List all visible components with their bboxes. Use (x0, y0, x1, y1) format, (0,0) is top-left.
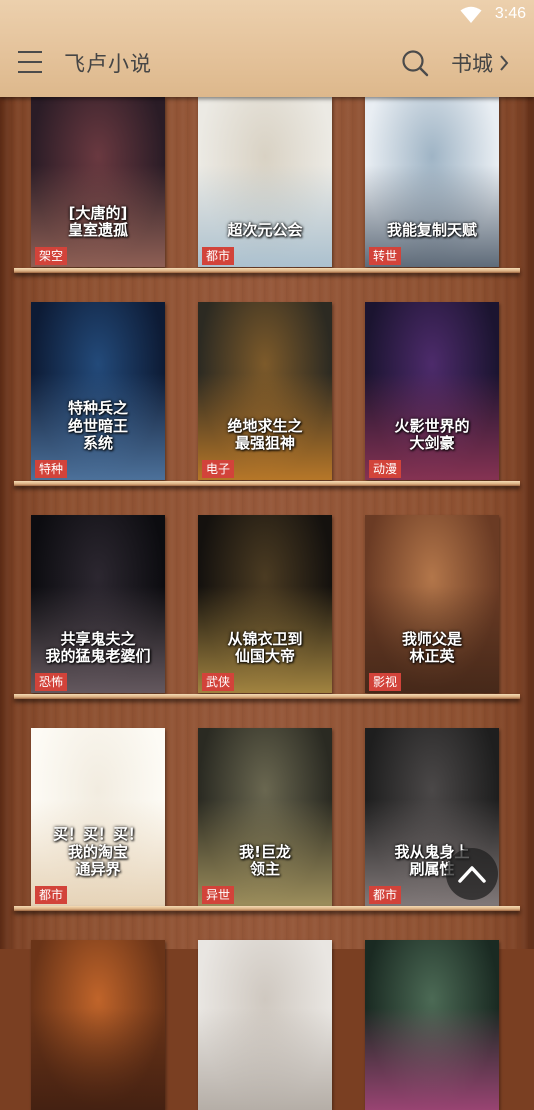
genre-tag: 武侠 (202, 673, 235, 691)
genre-tag: 特种 (35, 460, 68, 478)
cover-shade (31, 97, 165, 267)
cover-shade (198, 728, 332, 906)
book-cover-title: 火影世界的 大剑豪 (394, 416, 470, 452)
book-cover[interactable]: 我能复制天赋转世 (365, 97, 499, 267)
genre-tag: 都市 (369, 886, 402, 904)
book-store-link[interactable]: 书城 (451, 48, 509, 78)
book-cover-title: 绝地求生之 最强狙神 (227, 416, 303, 452)
book-cover[interactable]: 绝地求生之 最强狙神电子 (198, 302, 332, 480)
cover-shade (365, 302, 499, 480)
book-cover-title: [大唐的] 皇室遗孤 (67, 203, 128, 239)
genre-tag: 都市 (35, 886, 68, 904)
book-cover[interactable] (31, 940, 165, 1110)
chevron-up-icon (458, 866, 486, 883)
cover-shade (198, 515, 332, 693)
genre-tag: 架空 (35, 247, 68, 265)
book-cover[interactable]: 我师父是 林正英影视 (365, 515, 499, 693)
shelf-plank (14, 694, 520, 699)
book-cover[interactable]: 买！买！买！ 我的淘宝 通异界都市 (31, 728, 165, 906)
genre-tag: 都市 (202, 247, 235, 265)
book-cover-title: 特种兵之 绝世暗王 系统 (67, 399, 128, 452)
book-cover-title: 超次元公会 (227, 220, 303, 239)
book-cover-title: 从锦衣卫到 仙国大帝 (227, 629, 303, 665)
book-cover-title: 我能复制天赋 (386, 220, 477, 239)
cover-shade (198, 97, 332, 267)
book-cover[interactable]: 超次元公会都市 (198, 97, 332, 267)
wifi-icon (460, 6, 482, 23)
status-time: 3:46 (494, 5, 526, 22)
book-cover-title: 我!巨龙 领主 (239, 842, 291, 878)
chevron-right-icon (500, 55, 509, 71)
book-cover[interactable]: 我!巨龙 领主 异世 (198, 728, 332, 906)
shelf-plank (14, 906, 520, 911)
cover-shade (198, 302, 332, 480)
shelf-plank (14, 268, 520, 273)
app-header: 3:46 飞卢小说 书城 (0, 0, 534, 97)
cover-shade (31, 940, 165, 1110)
book-cover-title: 我师父是 林正英 (401, 629, 462, 665)
cover-shade (31, 302, 165, 480)
scroll-to-top-button[interactable] (446, 848, 498, 900)
genre-tag: 恐怖 (35, 673, 68, 691)
cover-shade (31, 728, 165, 906)
genre-tag: 动漫 (369, 460, 402, 478)
genre-tag: 异世 (202, 886, 235, 904)
cover-shade (365, 515, 499, 693)
menu-icon[interactable] (18, 51, 42, 73)
book-cover[interactable]: 火影世界的 大剑豪动漫 (365, 302, 499, 480)
book-cover-title: 共享鬼夫之 我的猛鬼老婆们 (45, 629, 151, 665)
cover-shade (198, 940, 332, 1110)
shelf-plank (14, 481, 520, 486)
book-cover[interactable]: 特种兵之 绝世暗王 系统特种 (31, 302, 165, 480)
genre-tag: 影视 (369, 673, 402, 691)
cover-shade (31, 515, 165, 693)
book-cover[interactable] (365, 940, 499, 1110)
book-cover[interactable]: 从锦衣卫到 仙国大帝武侠 (198, 515, 332, 693)
genre-tag: 电子 (202, 460, 235, 478)
book-store-label: 书城 (451, 52, 493, 76)
search-icon[interactable] (401, 49, 429, 77)
app-title: 飞卢小说 (64, 52, 152, 76)
cover-shade (365, 97, 499, 267)
genre-tag: 转世 (369, 247, 402, 265)
book-cover[interactable]: [大唐的] 皇室遗孤架空 (31, 97, 165, 267)
cover-shade (365, 940, 499, 1110)
book-cover[interactable]: 共享鬼夫之 我的猛鬼老婆们恐怖 (31, 515, 165, 693)
status-bar: 3:46 (0, 0, 534, 30)
book-cover-title: 买！买！买！ 我的淘宝 通异界 (52, 825, 143, 878)
book-cover[interactable] (198, 940, 332, 1110)
